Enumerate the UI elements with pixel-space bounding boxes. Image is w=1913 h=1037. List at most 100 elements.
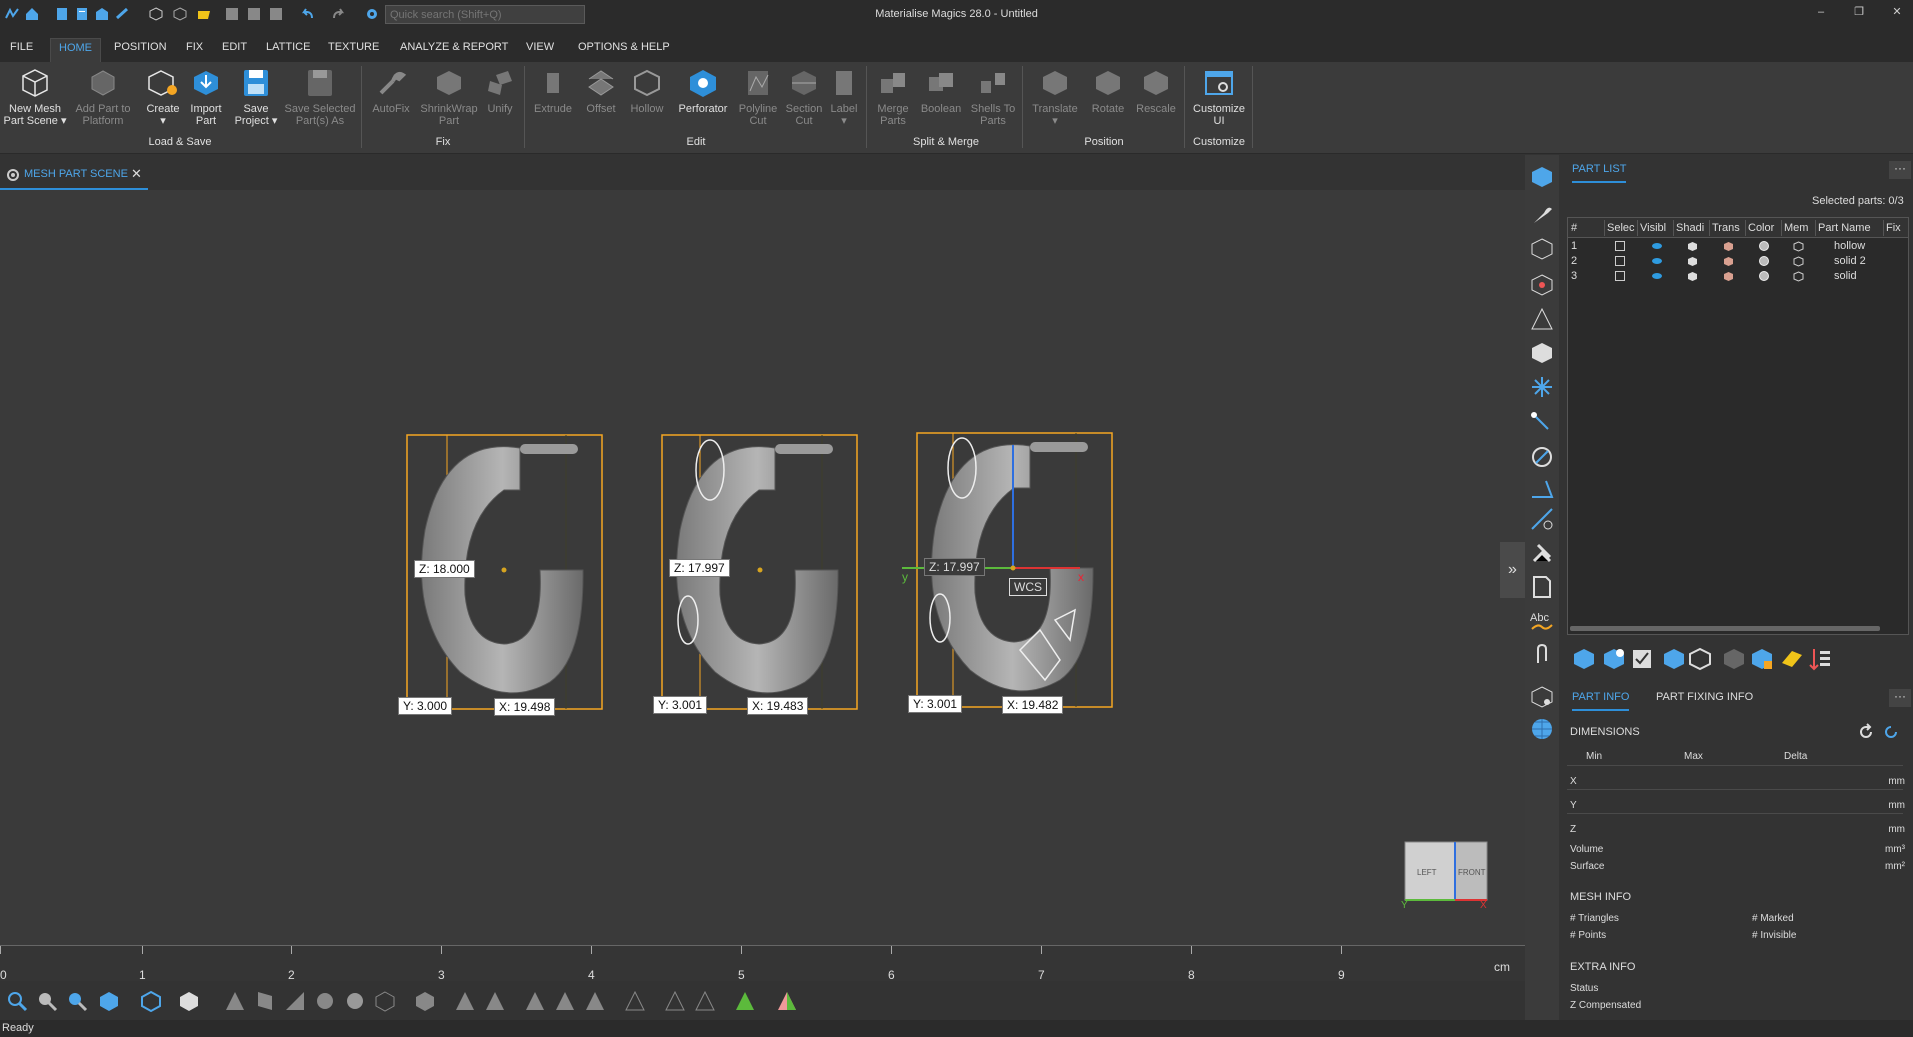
- col-transparency[interactable]: Trans: [1712, 222, 1742, 234]
- perspective-icon[interactable]: [140, 990, 162, 1012]
- mesh-icon[interactable]: [374, 990, 396, 1012]
- cube-icon[interactable]: [148, 6, 164, 22]
- tab-position[interactable]: POSITION: [106, 38, 175, 62]
- refresh-icon[interactable]: [1857, 723, 1875, 741]
- tab-view[interactable]: VIEW: [518, 38, 562, 62]
- part-name[interactable]: solid 2: [1834, 255, 1866, 267]
- view-cube[interactable]: LEFT FRONT Y X: [1400, 840, 1490, 910]
- wrench-icon[interactable]: [1530, 203, 1554, 227]
- shells-to-parts-button[interactable]: Shells To Parts: [966, 67, 1020, 127]
- zoom-selection-icon[interactable]: [66, 990, 88, 1012]
- tab-options-help[interactable]: OPTIONS & HELP: [570, 38, 678, 62]
- zoom-icon[interactable]: [6, 990, 28, 1012]
- tab-part-list[interactable]: PART LIST: [1572, 163, 1627, 183]
- col-shading[interactable]: Shadi: [1676, 222, 1706, 234]
- new-mesh-scene-button[interactable]: New Mesh Part Scene ▾: [2, 67, 68, 127]
- part-view-icon[interactable]: [414, 990, 436, 1012]
- boolean-button[interactable]: Boolean: [914, 67, 968, 115]
- unmark-icon[interactable]: [624, 990, 646, 1012]
- transparency-cube-icon[interactable]: [1723, 241, 1734, 252]
- open-file-icon[interactable]: [74, 6, 90, 22]
- view-cube-front[interactable]: FRONT: [1458, 868, 1486, 877]
- angle-icon[interactable]: [1530, 477, 1554, 501]
- customize-ui-button[interactable]: Customize UI: [1188, 67, 1250, 127]
- mark-triangle-icon[interactable]: [524, 990, 546, 1012]
- perforator-button[interactable]: Perforator: [672, 67, 734, 115]
- tab-fix[interactable]: FIX: [178, 38, 211, 62]
- col-part-name[interactable]: Part Name: [1818, 222, 1880, 234]
- col-number[interactable]: #: [1571, 222, 1585, 234]
- color-swatch[interactable]: [1759, 271, 1769, 281]
- part-group-icon[interactable]: [1750, 647, 1774, 671]
- zoom-extents-icon[interactable]: [36, 990, 58, 1012]
- export-icon[interactable]: [114, 6, 130, 22]
- hollow-button[interactable]: Hollow: [622, 67, 672, 115]
- close-window-button[interactable]: ✕: [1886, 3, 1908, 21]
- select-checkbox[interactable]: [1615, 256, 1625, 266]
- col-fix[interactable]: Fix: [1886, 222, 1906, 234]
- auto-update-icon[interactable]: [1882, 723, 1900, 741]
- section-icon[interactable]: [1530, 273, 1554, 297]
- mesh-grid-icon[interactable]: [1530, 717, 1554, 741]
- quick-search-input[interactable]: [385, 5, 585, 24]
- maximize-button[interactable]: ❐: [1848, 3, 1870, 21]
- rotate-button[interactable]: Rotate: [1084, 67, 1132, 115]
- tab-home[interactable]: HOME: [50, 38, 101, 62]
- select-checkbox[interactable]: [1615, 271, 1625, 281]
- tab-part-info[interactable]: PART INFO: [1572, 691, 1630, 711]
- add-part-to-platform-button[interactable]: Add Part to Platform: [70, 67, 136, 127]
- color-swatch[interactable]: [1759, 256, 1769, 266]
- surface-select-icon[interactable]: [484, 990, 506, 1012]
- shading-cube-icon[interactable]: [1687, 241, 1698, 252]
- mark-surface-icon[interactable]: [664, 990, 686, 1012]
- unify-button[interactable]: Unify: [480, 67, 520, 115]
- cube-wire-icon[interactable]: [1530, 237, 1554, 261]
- section-view-icon[interactable]: [254, 990, 276, 1012]
- save-all-icon[interactable]: [246, 6, 262, 22]
- view-direction-icon[interactable]: [98, 990, 120, 1012]
- extrude-button[interactable]: Extrude: [528, 67, 578, 115]
- circle-measure-icon[interactable]: [1530, 445, 1554, 469]
- import-part-button[interactable]: Import Part: [183, 67, 229, 127]
- part-name[interactable]: hollow: [1834, 240, 1865, 252]
- tab-texture[interactable]: TEXTURE: [320, 38, 387, 62]
- collapse-panel-button[interactable]: »: [1500, 542, 1525, 598]
- polyline-cut-button[interactable]: Polyline Cut: [734, 67, 782, 127]
- redo-icon[interactable]: [330, 6, 346, 22]
- mark-plane-icon[interactable]: [554, 990, 576, 1012]
- shading-cube-icon[interactable]: [1687, 271, 1698, 282]
- select-checkbox[interactable]: [1615, 241, 1625, 251]
- shading-icon[interactable]: [178, 990, 200, 1012]
- visibility-toggle-icon[interactable]: [1602, 647, 1626, 671]
- distance-icon[interactable]: [1530, 411, 1554, 435]
- create-button[interactable]: Create ▾: [140, 67, 186, 127]
- sort-parts-icon[interactable]: [1808, 647, 1832, 671]
- measure-icon[interactable]: [284, 990, 306, 1012]
- visible-eye-icon[interactable]: [1651, 257, 1663, 265]
- col-color[interactable]: Color: [1748, 222, 1778, 234]
- search-settings-icon[interactable]: [364, 6, 380, 22]
- horizontal-scrollbar[interactable]: [1570, 626, 1880, 631]
- mesh-part-icon[interactable]: [1688, 647, 1712, 671]
- duplicate-part-icon[interactable]: [1662, 647, 1686, 671]
- offset-button[interactable]: Offset: [576, 67, 626, 115]
- part-pages-icon[interactable]: [1530, 165, 1554, 189]
- tab-lattice[interactable]: LATTICE: [258, 38, 318, 62]
- close-tab-icon[interactable]: ✕: [131, 166, 142, 182]
- label-tag-icon[interactable]: [1780, 647, 1804, 671]
- tools-icon[interactable]: [1530, 541, 1554, 565]
- part-name[interactable]: solid: [1834, 270, 1857, 282]
- triangle-view-icon[interactable]: [224, 990, 246, 1012]
- select-all-icon[interactable]: [1572, 647, 1596, 671]
- mark-icon[interactable]: [314, 990, 336, 1012]
- text-label-icon[interactable]: Abc: [1530, 609, 1554, 633]
- tab-edit[interactable]: EDIT: [214, 38, 255, 62]
- highlight-triangle-icon[interactable]: [734, 990, 756, 1012]
- col-memory[interactable]: Mem: [1784, 222, 1812, 234]
- tab-file[interactable]: FILE: [2, 38, 41, 62]
- save-as-icon[interactable]: [268, 6, 284, 22]
- label-button[interactable]: Label ▾: [826, 67, 862, 127]
- cube-outline-icon[interactable]: [172, 6, 188, 22]
- pointer-icon[interactable]: [454, 990, 476, 1012]
- mark-contour-icon[interactable]: [694, 990, 716, 1012]
